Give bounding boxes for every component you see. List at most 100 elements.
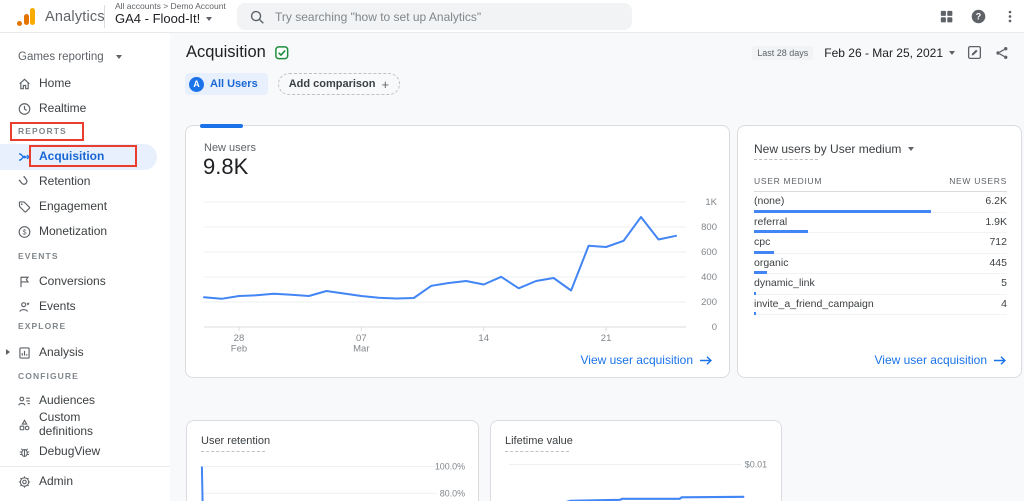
search-bar[interactable] bbox=[237, 3, 632, 30]
chevron-down-icon bbox=[949, 51, 955, 55]
new-users-card: New users 9.8K 02004006008001K28Feb07Mar… bbox=[185, 125, 730, 378]
report-header: Acquisition bbox=[186, 43, 290, 62]
sidebar-nav: Games reporting Home Realtime REPORTS bbox=[0, 33, 170, 501]
expand-chevron-icon[interactable] bbox=[6, 349, 10, 355]
report-controls: Last 28 days Feb 26 - Mar 25, 2021 bbox=[752, 44, 1010, 61]
svg-text:600: 600 bbox=[701, 247, 717, 258]
sidebar-item-label: Retention bbox=[39, 175, 90, 189]
column-header: NEW USERS bbox=[949, 176, 1007, 186]
sidebar-item-conversions[interactable]: Conversions bbox=[0, 269, 170, 294]
chip-label: All Users bbox=[210, 78, 258, 90]
new-users-line-chart: 02004006008001K28Feb07Mar1421 bbox=[186, 190, 731, 360]
svg-text:800: 800 bbox=[701, 222, 717, 233]
sidebar-item-admin[interactable]: Admin bbox=[0, 469, 170, 494]
date-range-label: Feb 26 - Mar 25, 2021 bbox=[824, 46, 943, 60]
analytics-logo-icon bbox=[17, 8, 36, 26]
svg-text:100.0%: 100.0% bbox=[435, 461, 465, 471]
view-user-acquisition-link[interactable]: View user acquisition bbox=[874, 353, 1007, 367]
magnet-icon bbox=[17, 174, 32, 190]
link-label: View user acquisition bbox=[874, 353, 987, 367]
medium-table-row: invite_a_friend_campaign4 bbox=[754, 295, 1007, 316]
table-dimension-selector[interactable]: New users by User medium bbox=[754, 142, 914, 156]
svg-text:28: 28 bbox=[234, 333, 245, 344]
arrow-right-icon bbox=[699, 355, 713, 366]
sidebar-item-label: Audiences bbox=[39, 394, 95, 408]
sidebar-item-debugview[interactable]: DebugView bbox=[0, 439, 170, 464]
svg-text:1K: 1K bbox=[705, 197, 717, 208]
view-user-acquisition-link[interactable]: View user acquisition bbox=[580, 353, 713, 367]
sidebar-item-label: Home bbox=[39, 77, 71, 91]
property-name: GA4 - Flood-It! bbox=[115, 12, 200, 27]
more-options-kebab-icon[interactable] bbox=[1002, 8, 1018, 25]
selected-tab-indicator bbox=[200, 124, 243, 128]
search-input[interactable] bbox=[275, 10, 620, 24]
date-range-selector[interactable]: Feb 26 - Mar 25, 2021 bbox=[824, 46, 955, 60]
medium-label: dynamic_link bbox=[754, 277, 815, 289]
help-icon[interactable]: ? bbox=[970, 8, 987, 25]
app-bar: Analytics All accounts > Demo Account GA… bbox=[0, 0, 1024, 33]
data-quality-badge-icon bbox=[274, 45, 290, 61]
product-name: Analytics bbox=[45, 9, 105, 25]
svg-text:$: $ bbox=[23, 228, 27, 236]
apps-grid-icon[interactable] bbox=[938, 8, 955, 25]
sidebar-item-label: Conversions bbox=[39, 275, 106, 289]
comparison-chips: A All Users Add comparison + bbox=[185, 73, 400, 95]
workspace-selector[interactable]: Games reporting bbox=[18, 47, 122, 67]
add-comparison-chip[interactable]: Add comparison + bbox=[278, 73, 400, 95]
account-property-selector[interactable]: All accounts > Demo Account GA4 - Flood-… bbox=[115, 2, 226, 27]
sidebar-item-label: Analysis bbox=[39, 346, 84, 360]
divider bbox=[0, 466, 170, 467]
lifetime-value-card: Lifetime value $0.01 bbox=[490, 420, 782, 501]
medium-label: (none) bbox=[754, 195, 784, 207]
medium-bar bbox=[754, 312, 756, 315]
medium-table-row: referral1.9K bbox=[754, 213, 1007, 234]
section-header-explore: EXPLORE bbox=[18, 321, 66, 331]
gear-icon bbox=[17, 474, 32, 490]
svg-text:400: 400 bbox=[701, 272, 717, 283]
medium-label: organic bbox=[754, 257, 788, 269]
svg-text:200: 200 bbox=[701, 297, 717, 308]
sidebar-item-analysis[interactable]: Analysis bbox=[0, 340, 170, 365]
user-retention-card: User retention 100.0%80.0% bbox=[186, 420, 479, 501]
sidebar-item-retention[interactable]: Retention bbox=[0, 169, 170, 194]
shapes-icon bbox=[17, 417, 32, 433]
sidebar-item-label: Admin bbox=[39, 475, 73, 489]
app-bar-actions: ? bbox=[938, 0, 1018, 33]
chevron-down-icon bbox=[116, 55, 122, 59]
medium-table-row: cpc712 bbox=[754, 233, 1007, 254]
acquisition-icon bbox=[17, 149, 32, 165]
column-header: USER MEDIUM bbox=[754, 176, 822, 186]
sidebar-item-realtime[interactable]: Realtime bbox=[0, 96, 170, 121]
user-retention-chart: 100.0%80.0% bbox=[187, 441, 478, 501]
avatar: A bbox=[189, 77, 204, 92]
svg-text:Feb: Feb bbox=[231, 344, 247, 355]
svg-text:07: 07 bbox=[356, 333, 367, 344]
section-header-reports: REPORTS bbox=[18, 126, 67, 136]
medium-value: 4 bbox=[1001, 298, 1007, 310]
sidebar-item-label: Realtime bbox=[39, 102, 86, 116]
medium-value: 6.2K bbox=[985, 195, 1007, 207]
share-icon[interactable] bbox=[994, 45, 1010, 61]
lifetime-value-chart: $0.01 bbox=[491, 441, 781, 501]
sidebar-item-engagement[interactable]: Engagement bbox=[0, 194, 170, 219]
sidebar-item-monetization[interactable]: $ Monetization bbox=[0, 219, 170, 244]
table-title: New users by User medium bbox=[754, 142, 901, 156]
sidebar-item-custom-definitions[interactable]: Custom definitions bbox=[0, 410, 170, 439]
svg-text:21: 21 bbox=[601, 333, 612, 344]
medium-label: cpc bbox=[754, 236, 770, 248]
medium-value: 5 bbox=[1001, 277, 1007, 289]
sidebar-item-events[interactable]: Events bbox=[0, 294, 170, 319]
metric-value: 9.8K bbox=[203, 154, 248, 180]
sidebar-item-acquisition[interactable]: Acquisition bbox=[0, 144, 170, 170]
audiences-icon bbox=[17, 393, 32, 409]
bug-icon bbox=[17, 444, 32, 460]
sidebar-item-label: Custom definitions bbox=[39, 411, 109, 439]
table-body: (none)6.2Kreferral1.9Kcpc712organic445dy… bbox=[754, 192, 1007, 315]
customize-report-icon[interactable] bbox=[966, 44, 983, 61]
all-users-chip[interactable]: A All Users bbox=[185, 73, 268, 95]
section-header-configure: CONFIGURE bbox=[18, 371, 79, 381]
sidebar-item-label: Events bbox=[39, 300, 76, 314]
sidebar-item-home[interactable]: Home bbox=[0, 71, 170, 96]
sidebar-item-label: Monetization bbox=[39, 225, 107, 239]
analytics-logo-home-link[interactable]: Analytics bbox=[17, 0, 105, 33]
